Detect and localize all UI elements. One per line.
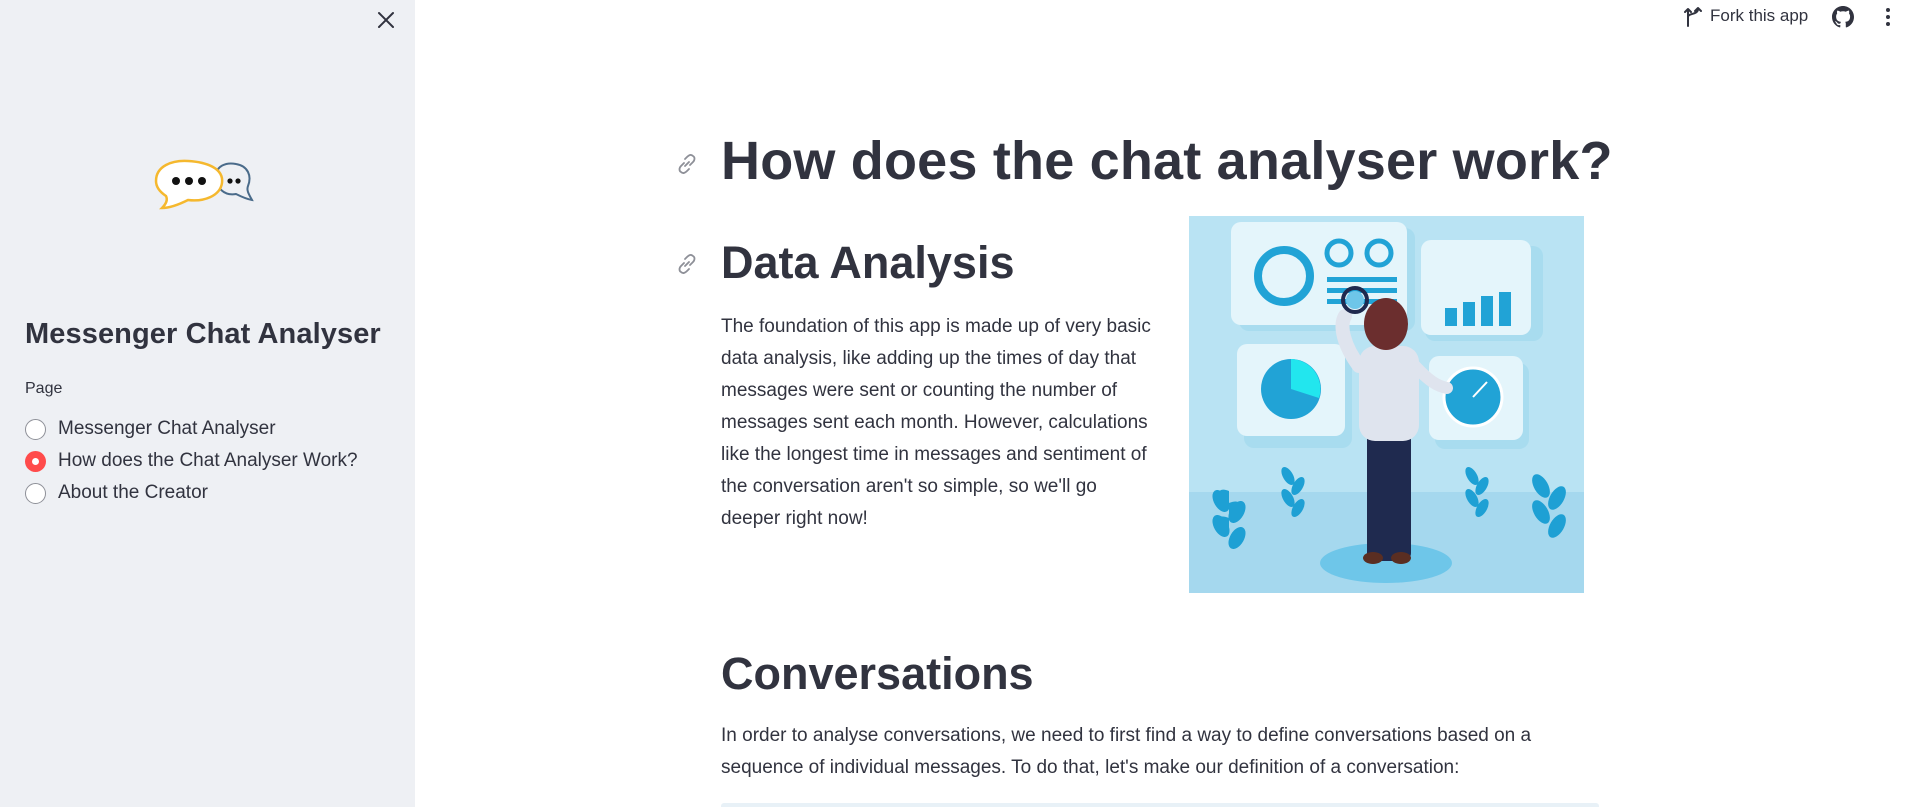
sidebar: Messenger Chat Analyser Page Messenger C…	[0, 0, 415, 807]
link-icon[interactable]	[676, 153, 698, 175]
section-body-data-analysis: The foundation of this app is made up of…	[721, 316, 1151, 529]
section-body-conversations: In order to analyse conversations, we ne…	[721, 725, 1532, 778]
radio-button[interactable]	[25, 418, 46, 440]
fork-app-button[interactable]: Fork this app	[1684, 5, 1808, 27]
radio-option-how-does-it-work[interactable]: How does the Chat Analyser Work?	[25, 445, 358, 477]
close-icon	[378, 12, 394, 28]
radio-button-selected[interactable]	[25, 450, 46, 472]
data-analysis-illustration	[1189, 216, 1584, 593]
radio-option-label: How does the Chat Analyser Work?	[58, 450, 358, 471]
github-icon[interactable]	[1831, 5, 1855, 29]
radio-button[interactable]	[25, 482, 46, 504]
radio-option-label: About the Creator	[58, 482, 208, 503]
code-block	[721, 803, 1599, 807]
more-vertical-icon[interactable]	[1878, 6, 1898, 28]
page-title: How does the chat analyser work?	[721, 131, 1613, 191]
section-heading-data-analysis: Data Analysis	[721, 237, 1015, 288]
link-icon[interactable]	[676, 253, 698, 275]
sidebar-app-title: Messenger Chat Analyser	[25, 318, 381, 350]
fork-app-label: Fork this app	[1710, 6, 1809, 25]
radio-option-label: Messenger Chat Analyser	[58, 418, 276, 439]
radio-option-messenger-chat-analyser[interactable]: Messenger Chat Analyser	[25, 413, 358, 445]
section-heading-conversations: Conversations	[721, 648, 1034, 699]
chat-bubbles-logo	[154, 159, 254, 210]
fork-icon	[1684, 7, 1702, 27]
radio-option-about-the-creator[interactable]: About the Creator	[25, 477, 358, 509]
page-radio-label: Page	[25, 380, 63, 397]
page-radio-group: Messenger Chat Analyser How does the Cha…	[25, 413, 358, 509]
close-sidebar-button[interactable]	[372, 6, 400, 34]
